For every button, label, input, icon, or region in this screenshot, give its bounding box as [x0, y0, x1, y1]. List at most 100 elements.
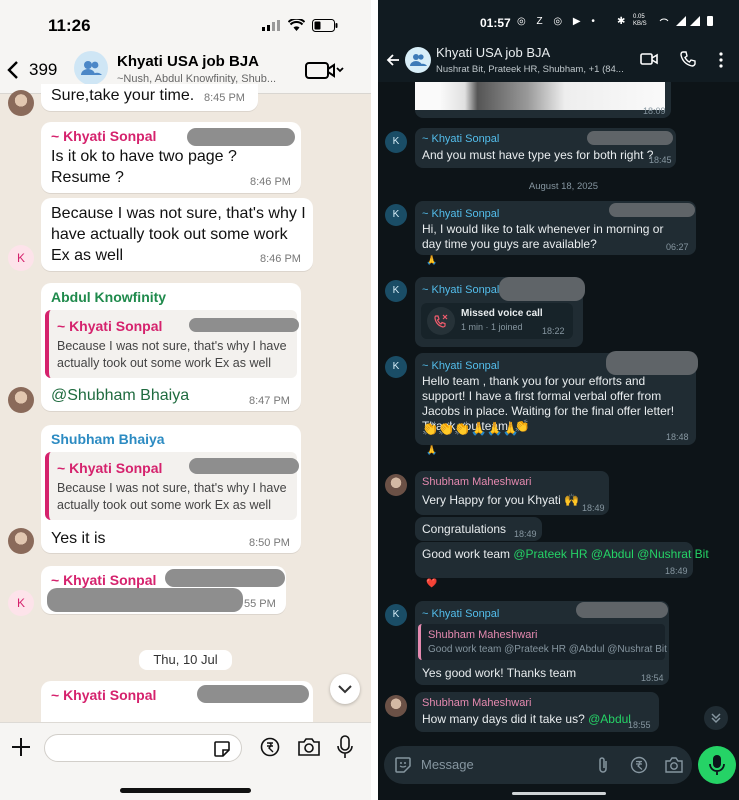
message-bubble[interactable]: Good work team @Prateek HR @Abdul @Nushr…	[415, 542, 709, 578]
scroll-down-button[interactable]	[330, 674, 360, 704]
sticker-icon[interactable]	[213, 740, 231, 758]
missed-call-card[interactable]: Missed voice call 1 min · 1 joined 18:22	[421, 303, 573, 339]
avatar[interactable]: K	[385, 356, 407, 378]
back-chevron-icon[interactable]	[6, 60, 20, 80]
mention-link[interactable]: @Abdul	[588, 712, 631, 726]
message-text: @Shubham Bhaiya	[51, 387, 190, 404]
redacted-block	[197, 685, 309, 703]
video-call-icon[interactable]	[305, 61, 345, 79]
message-sender: ~ Khyati Sonpal	[422, 608, 500, 620]
chat-members[interactable]: Nushrat Bit, Prateek HR, Shubham, +1 (84…	[436, 64, 636, 75]
message-text-prefix: Good work team	[422, 547, 514, 561]
message-time: 8:47 PM	[249, 395, 290, 407]
reaction[interactable]: ❤️	[423, 578, 441, 592]
message-text: Hi, I would like to talk whenever in mor…	[422, 222, 664, 251]
chat-title[interactable]: Khyati USA job BJA	[436, 45, 550, 60]
mention-link[interactable]: @Prateek HR @Abdul @Nushrat Bit	[513, 547, 708, 561]
emoji-sticker-icon[interactable]	[394, 756, 412, 774]
message-sender: Abdul Knowfinity	[51, 289, 167, 305]
message-placeholder: Message	[421, 757, 474, 772]
payment-rupee-icon[interactable]	[630, 756, 648, 774]
quoted-message[interactable]: Shubham Maheshwari Good work team @Prate…	[418, 624, 667, 660]
quoted-text: Good work team @Prateek HR @Abdul @Nushr…	[428, 644, 667, 655]
input-bar	[0, 722, 371, 800]
reaction[interactable]: 🙏	[423, 445, 441, 459]
quoted-message[interactable]: ~ Khyati Sonpal Because I was not sure, …	[45, 310, 299, 378]
avatar[interactable]: K	[385, 604, 407, 626]
back-arrow-icon[interactable]	[386, 53, 400, 67]
message-bubble[interactable]: Shubham Maheshwari Very Happy for you Kh…	[415, 471, 609, 515]
message-bubble[interactable]: Because I was not sure, that's why I hav…	[41, 198, 313, 271]
attach-icon[interactable]	[596, 756, 610, 774]
avatar[interactable]	[385, 474, 407, 496]
message-time: 06:27	[666, 242, 689, 252]
message-sender: Shubham Maheshwari	[422, 476, 532, 488]
message-time: 8:46 PM	[250, 176, 291, 188]
avatar[interactable]: K	[385, 280, 407, 302]
message-bubble[interactable]: Sure,take your time. 8:45 PM	[41, 84, 258, 111]
message-text: Yes it is	[51, 530, 106, 547]
emoji-line: 👏👏👏🙏🙏🙏	[422, 421, 520, 436]
video-call-icon[interactable]	[640, 52, 658, 66]
message-time: 8:45 PM	[204, 92, 245, 104]
quoted-sender: Shubham Maheshwari	[428, 629, 538, 641]
avatar[interactable]: K	[385, 131, 407, 153]
message-text: Congratulations	[422, 522, 507, 536]
group-avatar[interactable]	[405, 47, 431, 73]
message-time: 18:49	[582, 503, 605, 513]
back-unread-count[interactable]: 399	[29, 60, 57, 80]
avatar[interactable]	[8, 528, 34, 554]
redacted-block	[609, 203, 695, 217]
payment-rupee-icon[interactable]	[260, 737, 280, 757]
avatar[interactable]	[8, 90, 34, 116]
camera-icon[interactable]	[297, 737, 321, 757]
avatar[interactable]: K	[8, 590, 34, 616]
wifi-icon	[288, 19, 305, 32]
camera-icon[interactable]	[664, 756, 684, 774]
avatar[interactable]	[8, 387, 34, 413]
reaction[interactable]: 🙏	[423, 255, 441, 269]
redacted-block	[499, 277, 585, 301]
microphone-icon[interactable]	[337, 735, 353, 759]
call-title: Missed voice call	[461, 308, 543, 319]
message-input[interactable]	[44, 734, 242, 762]
net-speed: 0.05 KB/S	[633, 14, 647, 27]
more-options-icon[interactable]	[719, 52, 723, 68]
message-time: 18:45	[649, 155, 672, 165]
message-bubble[interactable]: ~ Khyati Sonpal Hi, I would like to talk…	[415, 201, 696, 255]
message-bubble[interactable]: Shubham Maheshwari How many days did it …	[415, 692, 659, 732]
message-text: Good work team @Prateek HR @Abdul @Nushr…	[422, 547, 709, 562]
redacted-block	[587, 131, 673, 145]
image-message[interactable]: 18:09	[415, 82, 671, 118]
chat-title[interactable]: Khyati USA job BJA	[117, 53, 259, 70]
redacted-block	[187, 128, 295, 146]
message-bubble[interactable]: ~ Khyati Sonpal Shubham Maheshwari Good …	[415, 601, 669, 685]
group-avatar[interactable]	[74, 51, 108, 85]
avatar[interactable]: K	[8, 245, 34, 271]
message-bubble[interactable]: ~ Khyati Sonpal Is it ok to have two pag…	[41, 122, 301, 193]
signal-icon	[262, 20, 280, 31]
double-chevron-down-icon	[711, 713, 721, 724]
message-bubble[interactable]: Congratulations 18:49	[415, 517, 542, 541]
message-bubble[interactable]: Abdul Knowfinity ~ Khyati Sonpal Because…	[41, 283, 301, 411]
message-bubble[interactable]: Shubham Bhaiya ~ Khyati Sonpal Because I…	[41, 425, 301, 553]
message-bubble[interactable]: ~ Khyati Sonpal Hello team , thank you f…	[415, 351, 698, 445]
message-bubble[interactable]: ~ Khyati Sonpal Missed voice call 1 min …	[415, 277, 585, 347]
avatar[interactable]	[385, 695, 407, 717]
message-sender: ~ Khyati Sonpal	[51, 128, 157, 144]
avatar[interactable]: K	[385, 204, 407, 226]
call-subtitle: 1 min · 1 joined	[461, 322, 523, 332]
phone-call-icon[interactable]	[680, 51, 696, 67]
message-input[interactable]: Message	[384, 746, 692, 784]
plus-icon[interactable]	[11, 737, 31, 757]
scroll-down-button[interactable]	[704, 706, 728, 730]
message-time: 18:54	[641, 673, 664, 683]
redacted-block	[606, 351, 698, 375]
message-bubble[interactable]: ~ Khyati Sonpal 55 PM	[41, 566, 286, 614]
quoted-message[interactable]: ~ Khyati Sonpal Because I was not sure, …	[45, 452, 299, 520]
mic-button[interactable]	[698, 746, 736, 784]
bluetooth-icon: ✱	[617, 16, 626, 27]
chevron-down-icon	[338, 685, 352, 694]
message-sender: Shubham Maheshwari	[422, 697, 532, 709]
message-bubble[interactable]: ~ Khyati Sonpal And you must have type y…	[415, 128, 676, 168]
